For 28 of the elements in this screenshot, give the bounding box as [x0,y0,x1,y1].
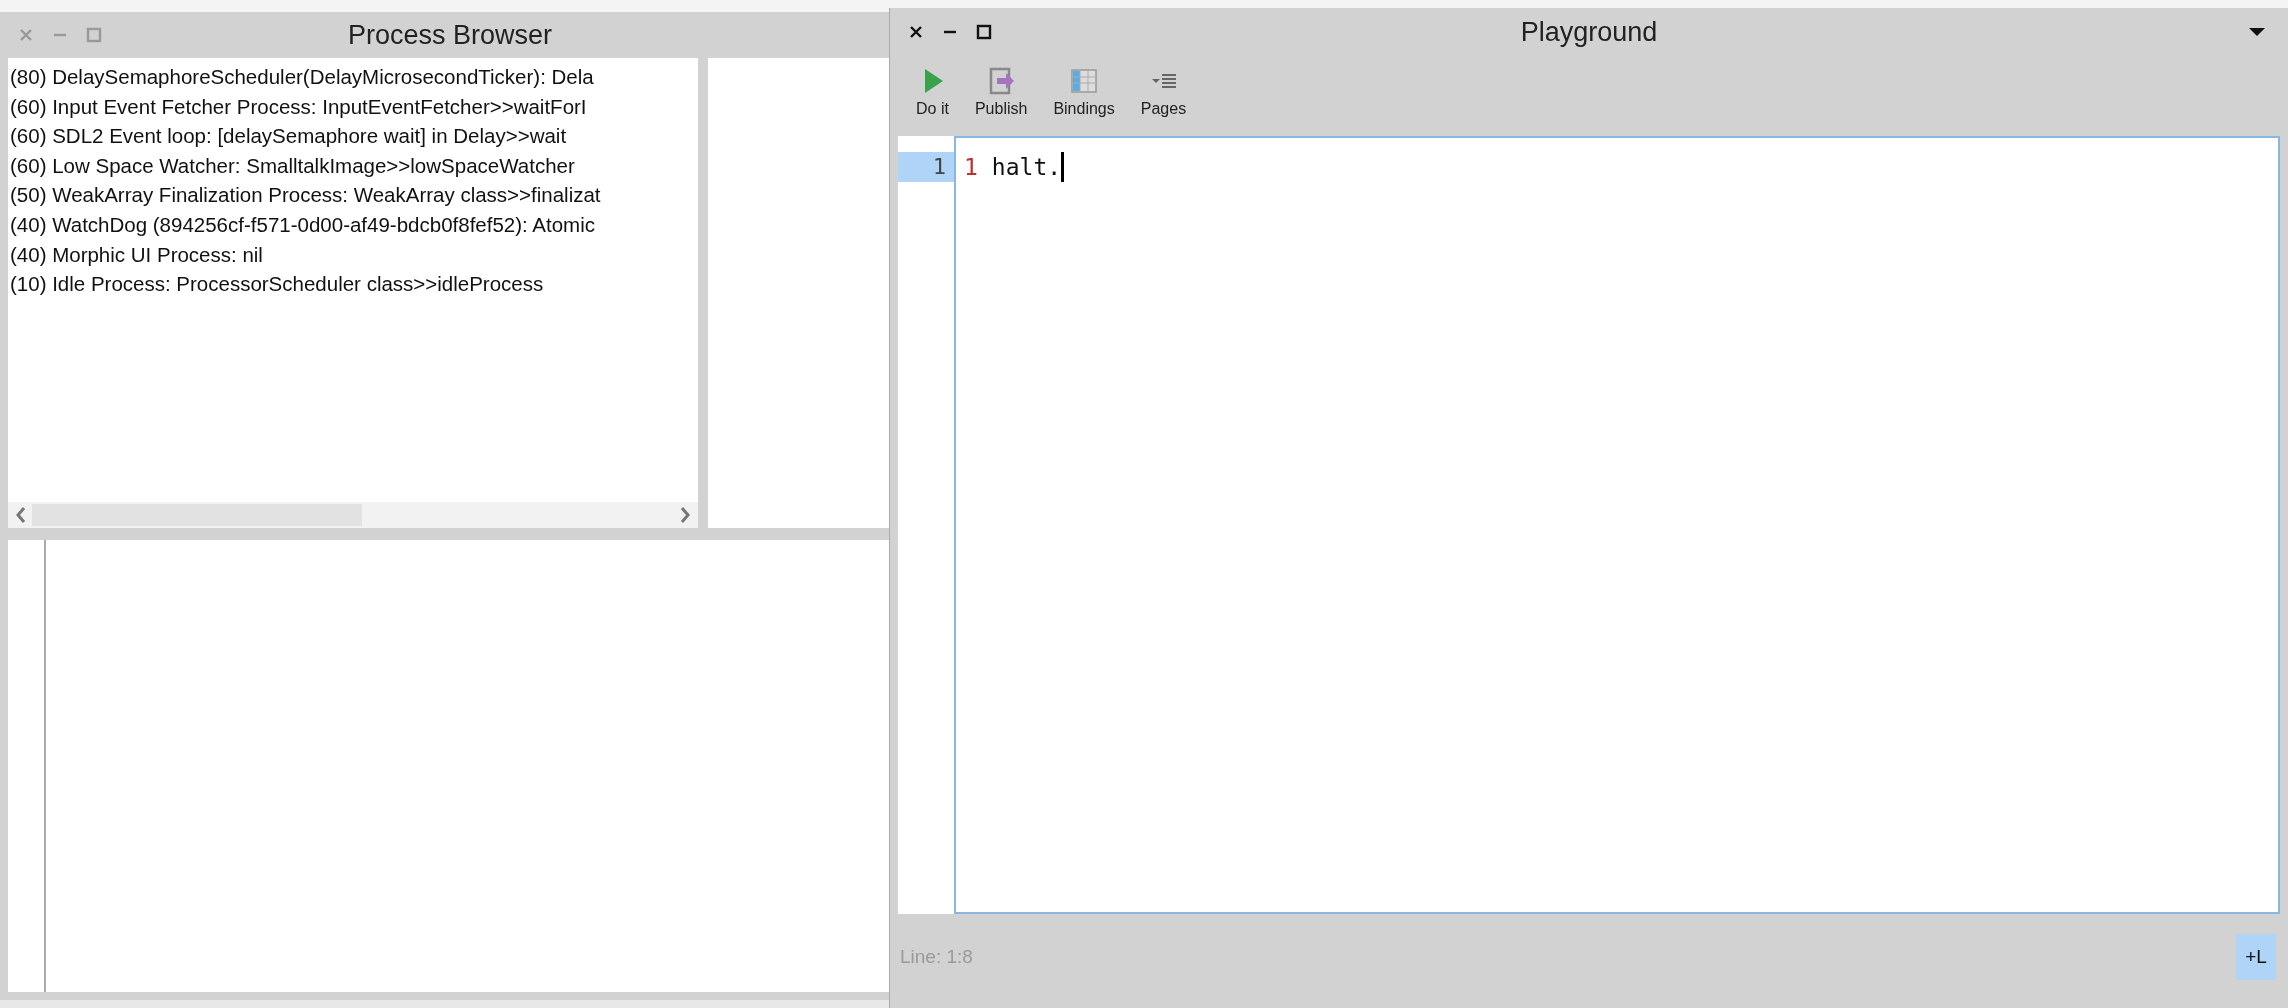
code-token: halt. [991,153,1062,182]
close-icon[interactable] [908,24,924,40]
code-token: 1 [964,153,978,182]
scroll-left-icon[interactable] [14,505,28,525]
toolbar-button[interactable]: Bindings [1045,66,1123,128]
toolbar-button[interactable]: Do it [908,66,957,128]
process-row[interactable]: (60) Input Event Fetcher Process: InputEventFetcher>>waitForI [10,91,698,122]
maximize-icon[interactable] [976,24,992,40]
process-row[interactable]: (80) DelaySemaphoreScheduler(DelayMicrosecondTicker): Dela [10,62,698,92]
process-row[interactable]: (10) Idle Process: ProcessorScheduler class>>idleProcess [10,269,698,299]
window-title: Playground [1520,16,1658,48]
toolbar-button[interactable]: Pages [1132,66,1195,128]
table-icon [1069,66,1100,96]
process-row[interactable]: (50) WeakArray Finalization Process: WeakArray class>>finalizat [10,180,698,210]
toolbar-button[interactable]: Publish [966,66,1036,128]
process-row[interactable]: (40) Morphic UI Process: nil [10,239,698,270]
process-row[interactable]: (40) WatchDog (894256cf-f571-0d00-af49-bdcb0f8fef52): Atomic [10,209,698,240]
dropdown-icon[interactable] [2248,26,2266,38]
status-text: Line: 1:8 [900,946,973,968]
line-number: 1 [898,152,954,182]
horizontal-scrollbar[interactable] [8,502,698,528]
process-row[interactable]: (60) SDL2 Event loop: [delaySemaphore wait] in Delay>>wait [10,121,698,151]
scroll-right-icon[interactable] [678,505,692,525]
process-row[interactable]: (60) Low Space Watcher: SmalltalkImage>>lowSpaceWatcher [10,150,698,181]
window-title: Process Browser [347,19,553,51]
text-cursor [1061,152,1065,182]
code-editor[interactable]: 1 halt. [954,136,2280,914]
line-number-toggle[interactable]: +L [2236,934,2276,980]
